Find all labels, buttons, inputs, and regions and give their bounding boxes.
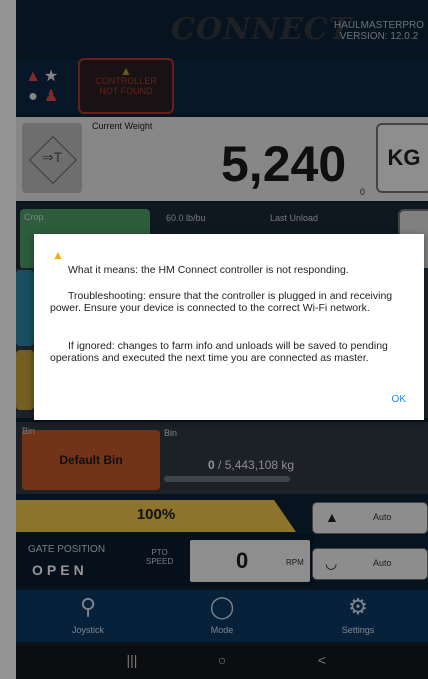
- screen: CONNECT HAULMASTERPRO VERSION: 12.0.2 ▲ ★…: [0, 0, 428, 679]
- warning-icon: ▲: [52, 248, 64, 262]
- ok-button[interactable]: OK: [392, 394, 406, 405]
- dialog-if-ignored: If ignored: changes to farm info and unl…: [50, 340, 388, 364]
- dialog-what-it-means: What it means: the HM Connect controller…: [68, 264, 349, 276]
- dialog-troubleshooting: Troubleshooting: ensure that the control…: [50, 290, 393, 314]
- controller-error-dialog: ▲ What it means: the HM Connect controll…: [34, 234, 424, 420]
